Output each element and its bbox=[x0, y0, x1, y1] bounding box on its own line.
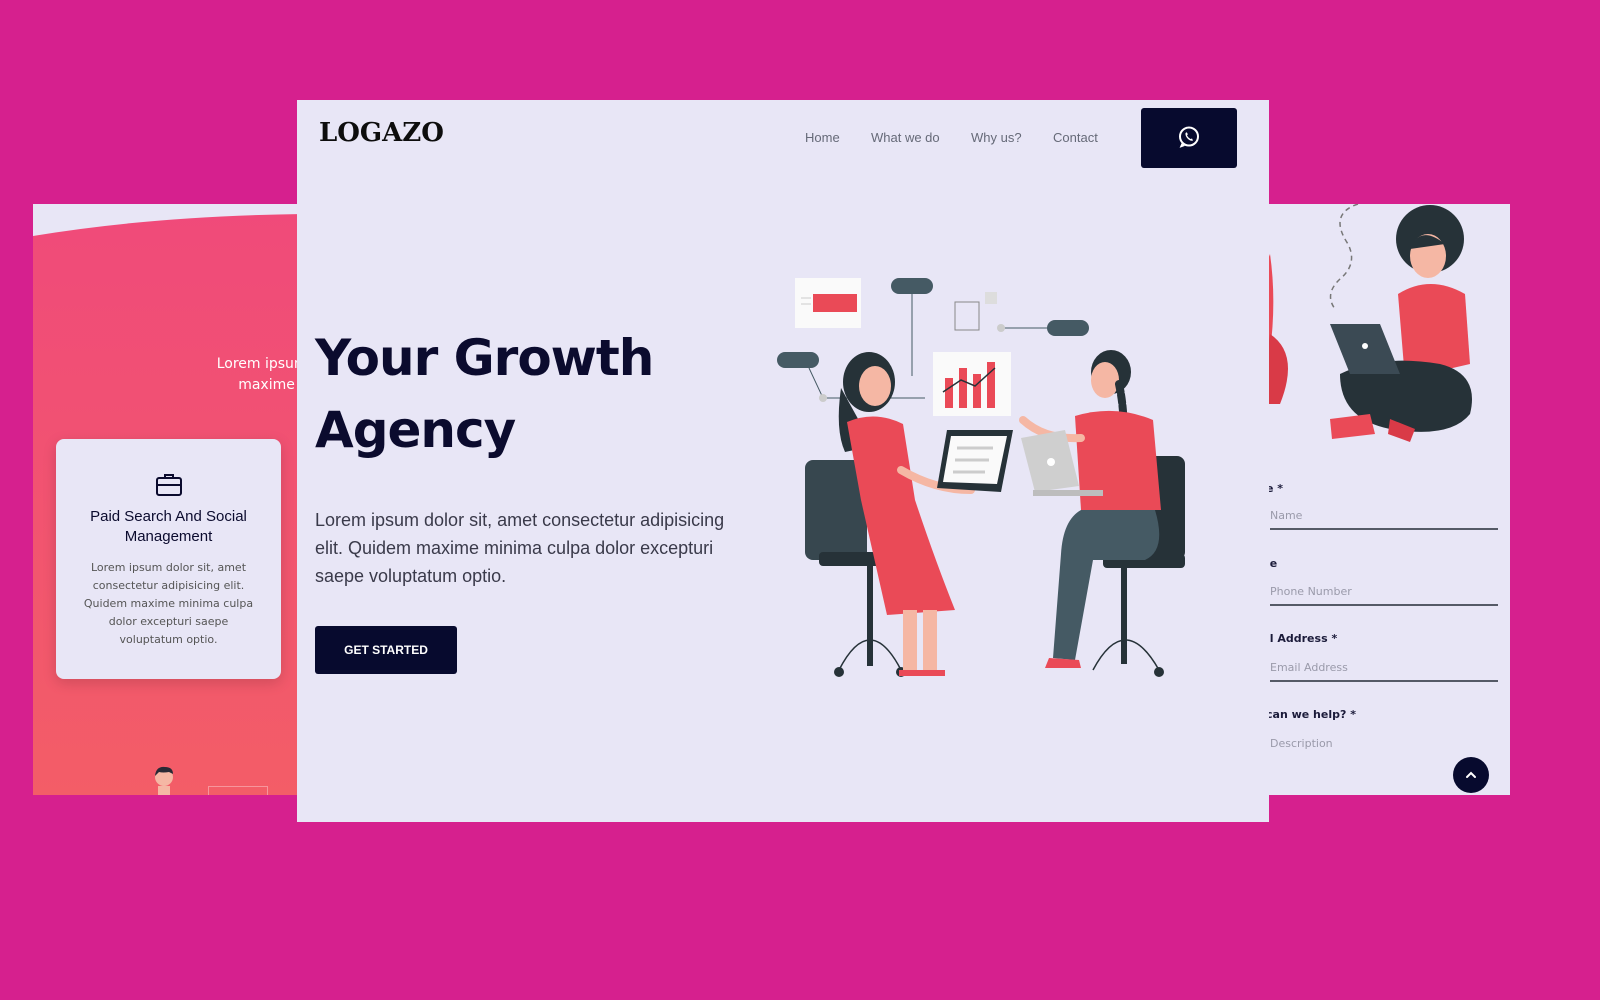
chevron-up-icon bbox=[1466, 771, 1476, 778]
email-label: il Address * bbox=[1266, 632, 1338, 645]
nav-contact[interactable]: Contact bbox=[1053, 130, 1098, 145]
team-meeting-illustration bbox=[777, 278, 1185, 677]
outline-box bbox=[208, 786, 268, 795]
person-illustration bbox=[155, 766, 173, 795]
scroll-top-button[interactable] bbox=[1453, 757, 1489, 793]
intro-text: Lorem ipsum dolor sit, maxime minima bbox=[216, 356, 303, 393]
nav-what-we-do[interactable]: What we do bbox=[871, 130, 940, 145]
email-input[interactable]: Email Address bbox=[1270, 658, 1498, 682]
name-input[interactable]: Name bbox=[1270, 506, 1498, 530]
help-label: can we help? * bbox=[1266, 708, 1356, 721]
hero-title: Your Growth Agency bbox=[315, 329, 654, 459]
service-description: Lorem ipsum dolor sit, amet consectetur … bbox=[83, 561, 254, 646]
logo[interactable]: LOGAZO bbox=[319, 118, 444, 148]
briefcase-icon bbox=[156, 474, 182, 496]
service-card[interactable]: Paid Search And Social Management Lorem … bbox=[56, 439, 281, 679]
hero-text: Lorem ipsum dolor sit, amet consectetur … bbox=[315, 510, 725, 586]
woman-with-laptop-illustration bbox=[1242, 204, 1472, 442]
main-landing-panel: LOGAZO Home What we do Why us? Contact Y… bbox=[297, 100, 1269, 822]
description-input[interactable]: Description bbox=[1270, 734, 1498, 756]
nav-why-us[interactable]: Why us? bbox=[971, 130, 1022, 145]
whatsapp-icon bbox=[1179, 126, 1199, 148]
left-preview-panel: Lorem ipsum dolor sit, maxime minima Pai… bbox=[33, 204, 303, 795]
nav-home[interactable]: Home bbox=[805, 130, 840, 145]
service-title: Paid Search And Social Management bbox=[90, 508, 247, 545]
get-started-button[interactable]: GET STARTED bbox=[315, 626, 457, 674]
phone-input[interactable]: Phone Number bbox=[1270, 582, 1498, 606]
wave-decoration bbox=[33, 204, 303, 236]
whatsapp-button[interactable] bbox=[1141, 108, 1237, 168]
